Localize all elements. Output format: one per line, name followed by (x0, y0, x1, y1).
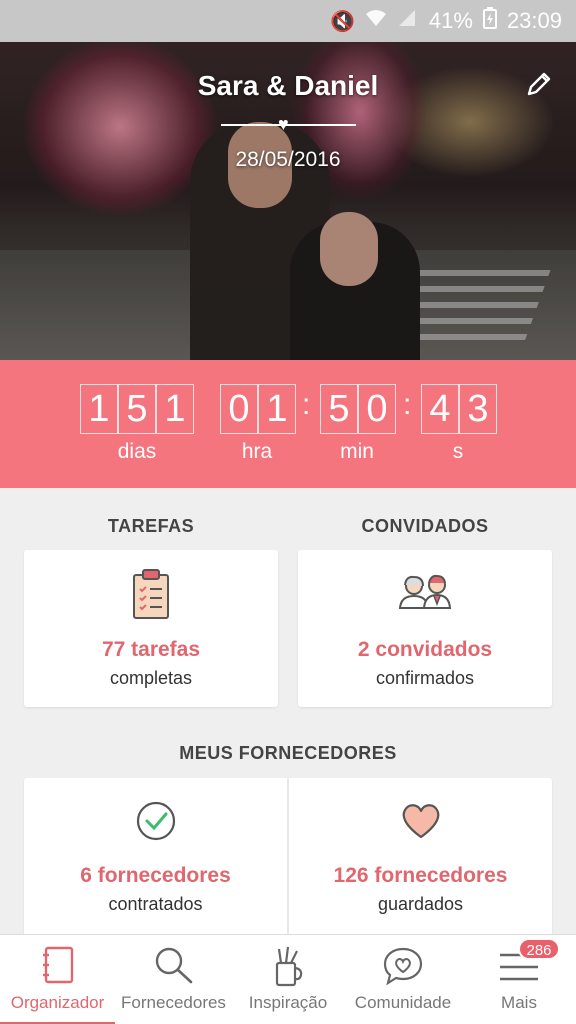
nav-inspiracao[interactable]: Inspiração (232, 935, 344, 1024)
minutes-label: min (340, 440, 374, 463)
nav-label: Inspiração (248, 993, 328, 1012)
guests-count: 2 convidados (357, 638, 493, 661)
heart-divider-icon: ♥ (278, 114, 289, 134)
nav-organizador[interactable]: Organizador (0, 935, 115, 1024)
wedding-date: 28/05/2016 (235, 148, 341, 171)
check-circle-icon (135, 800, 177, 847)
notebook-icon (40, 945, 76, 990)
notification-badge: 286 (518, 938, 560, 960)
edit-button[interactable] (524, 70, 554, 100)
nav-comunidade[interactable]: Comunidade (344, 935, 462, 1024)
seconds-digit: 3 (459, 384, 497, 434)
wifi-icon (365, 8, 387, 34)
guests-card[interactable]: 2 convidados confirmados (298, 550, 552, 707)
hours-digit: 0 (220, 384, 258, 434)
saved-vendors-sub: guardados (377, 894, 464, 914)
couple-names: Sara & Daniel (197, 70, 379, 101)
hours-digit: 1 (258, 384, 296, 434)
clipboard-icon (131, 568, 171, 625)
wedding-countdown: 1 5 1 0 1 : 5 0 : 4 3 dias hra min s (0, 360, 576, 488)
heart-icon (400, 802, 442, 845)
tasks-card[interactable]: 77 tarefas completas (24, 550, 278, 707)
hired-vendors-sub: contratados (108, 894, 203, 914)
nav-label: Comunidade (354, 993, 452, 1012)
status-bar: 🔇 41% 23:09 (0, 0, 576, 42)
couple-photo-header: Sara & Daniel ♥ 28/05/2016 (0, 42, 576, 360)
hired-vendors-card[interactable]: 6 fornecedores contratados (24, 778, 287, 934)
seconds-label: s (452, 440, 464, 463)
clock: 23:09 (506, 8, 562, 33)
vendors-title: MEUS FORNECEDORES (179, 743, 397, 763)
pencil-cup-icon (271, 945, 305, 992)
pencil-icon (527, 72, 551, 96)
hours-label: hra (241, 440, 273, 463)
mute-icon: 🔇 (329, 10, 355, 33)
saved-vendors-count: 126 fornecedores (333, 864, 508, 887)
signal-icon (397, 8, 417, 34)
battery-percent: 41% (428, 8, 473, 33)
saved-vendors-card[interactable]: 126 fornecedores guardados (289, 778, 552, 934)
seconds-digit: 4 (421, 384, 459, 434)
nav-label: Mais (501, 993, 537, 1012)
days-digit: 5 (118, 384, 156, 434)
days-digit: 1 (156, 384, 194, 434)
days-label: dias (117, 440, 157, 463)
minutes-digit: 0 (358, 384, 396, 434)
chat-heart-icon (382, 945, 424, 992)
nav-label: Organizador (10, 993, 105, 1012)
tasks-sub: completas (109, 668, 193, 688)
nav-fornecedores[interactable]: Fornecedores (115, 935, 232, 1024)
search-icon (153, 945, 195, 990)
guests-icon (398, 574, 452, 615)
hired-vendors-count: 6 fornecedores (80, 864, 231, 887)
tasks-title: TAREFAS (107, 516, 195, 536)
battery-charging-icon (482, 7, 497, 35)
guests-sub: confirmados (375, 668, 475, 688)
bottom-navigation: Organizador Fornecedores Inspiração Comu… (0, 934, 576, 1024)
minutes-digit: 5 (320, 384, 358, 434)
days-digit: 1 (80, 384, 118, 434)
time-separator: : (302, 388, 311, 421)
time-separator: : (403, 388, 412, 421)
tasks-count: 77 tarefas (101, 638, 201, 661)
guests-title: CONVIDADOS (361, 516, 489, 536)
nav-label: Fornecedores (121, 993, 226, 1012)
